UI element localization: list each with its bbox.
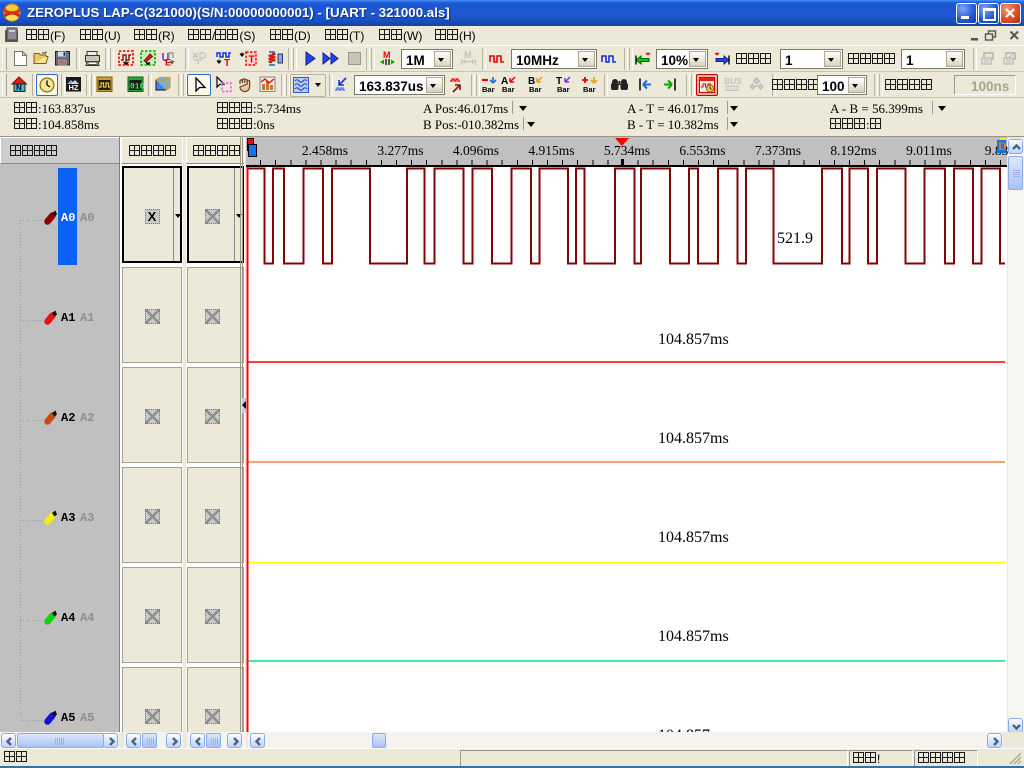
svg-text:Bar: Bar: [529, 85, 542, 94]
svg-text:Bar: Bar: [502, 85, 515, 94]
svg-text:104.857ms: 104.857ms: [658, 628, 729, 645]
svg-text:BUS: BUS: [724, 76, 742, 86]
svg-text:Bar: Bar: [583, 85, 596, 94]
svg-text:HZ: HZ: [69, 83, 79, 92]
svg-text:M: M: [383, 50, 391, 60]
svg-text:E: E: [165, 58, 171, 68]
svg-text:T: T: [249, 55, 255, 66]
svg-text:Bar: Bar: [557, 85, 570, 94]
svg-text:104.857ms: 104.857ms: [658, 430, 729, 447]
svg-text:0101: 0101: [130, 83, 144, 92]
svg-text:N: N: [16, 84, 22, 93]
svg-text:T: T: [224, 58, 230, 67]
svg-text:104.857ms: 104.857ms: [658, 529, 729, 546]
svg-text:M: M: [464, 50, 472, 60]
svg-text:104.857ms: 104.857ms: [658, 331, 729, 348]
svg-text:Bar: Bar: [482, 85, 495, 94]
svg-text:521.9: 521.9: [777, 230, 813, 247]
